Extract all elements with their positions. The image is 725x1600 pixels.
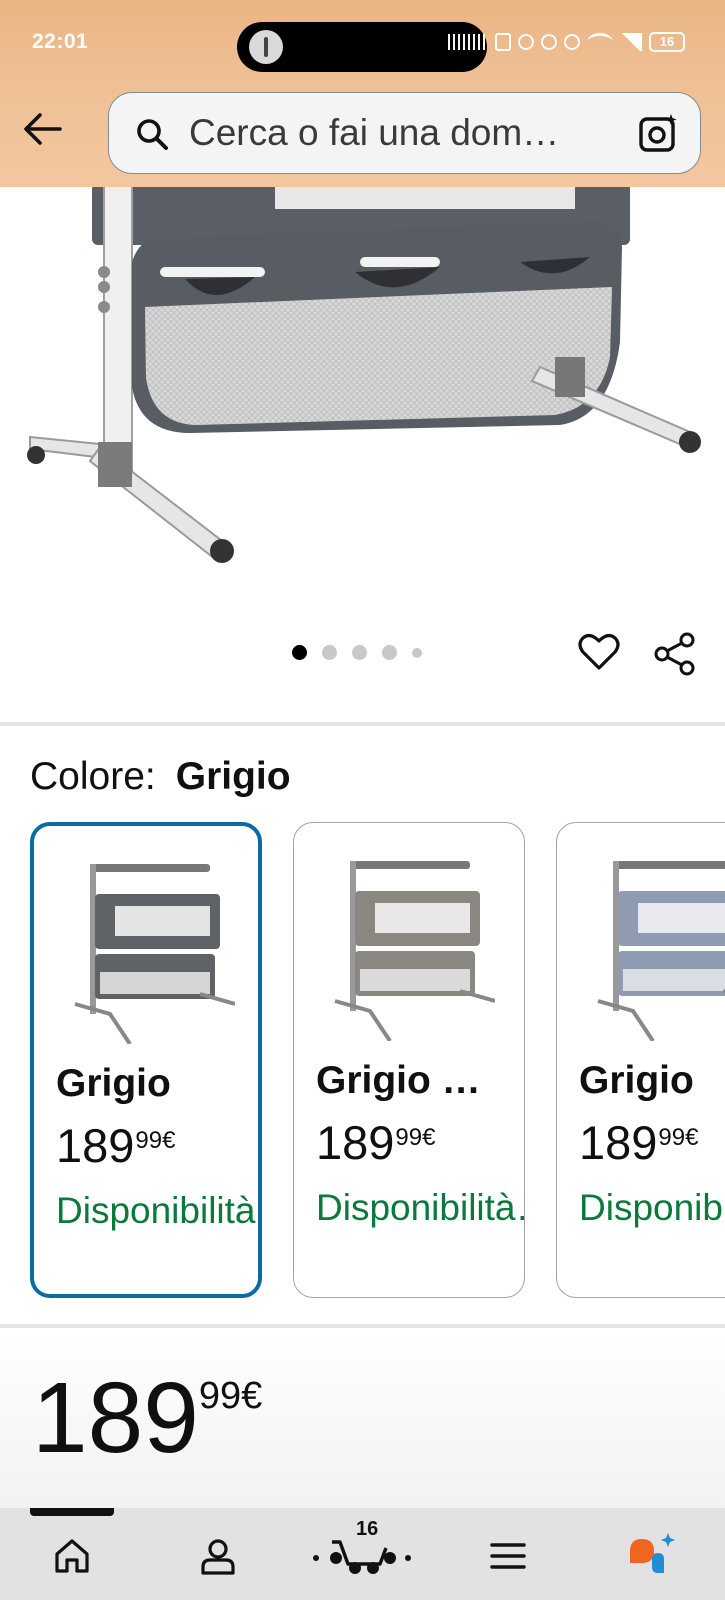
price-whole: 189 [316,1116,395,1169]
cart-count-badge: 16 [356,1518,379,1540]
pager-dot[interactable] [382,645,397,660]
color-option-card[interactable]: Grigio … 18999€ Disponibilità… [293,822,525,1298]
share-icon[interactable] [654,632,696,676]
price-currency: € [162,1127,176,1154]
bottom-navigation: 16 [0,1508,725,1600]
active-tab-indicator [30,1508,114,1516]
price-fraction: 99 [395,1124,423,1151]
heart-icon[interactable] [578,632,620,672]
signal-icon [620,33,642,51]
wifi-icon [587,33,613,51]
status-time: 22:01 [32,30,89,53]
camera-lens-icon[interactable] [638,113,678,153]
color-option-card[interactable]: Grigio 18999€ Disponibilità… [30,822,262,1298]
alarm-icon [518,34,534,50]
color-option-availability: Disponibilità… [56,1190,258,1231]
rufus-icon [630,1533,675,1573]
app-header: 22:01 16 Cerca o fai una dom… [0,0,725,187]
account-icon [201,1539,235,1575]
bedside-crib-image [27,182,701,563]
battery-icon: 16 [649,32,685,52]
price-fraction: 99 [658,1124,686,1151]
color-option-price: 18999€ [316,1115,435,1170]
pager-dot[interactable] [412,647,422,658]
arrow-left-icon [24,113,62,145]
mute-icon [564,34,580,50]
color-option-price: 18999€ [56,1118,175,1173]
price-whole: 189 [56,1119,135,1172]
search-bar[interactable]: Cerca o fai una dom… [108,92,701,174]
nav-account[interactable] [196,1534,240,1578]
home-icon [55,1539,89,1573]
color-option-name: Grigio [56,1062,171,1105]
divider [0,1324,725,1328]
color-option-availability: Disponibilità… [316,1187,524,1228]
divider [0,722,725,726]
product-price: 18999€ [32,1368,262,1490]
price-fraction: 99 [135,1127,163,1154]
pager-dot[interactable] [292,645,307,660]
color-option-thumbnail [597,861,725,1041]
search-input[interactable]: Cerca o fai una dom… [189,112,559,154]
price-fraction: 99 [198,1375,242,1417]
bluetooth-icon [541,34,557,50]
image-pager[interactable] [292,645,422,660]
nfc-icon [495,33,511,51]
activity-icon [249,30,283,64]
pager-dot[interactable] [322,645,337,660]
status-bar: 22:01 16 [0,22,725,72]
back-button[interactable] [22,108,64,150]
color-option-thumbnail [74,864,235,1044]
nav-rufus[interactable] [624,1533,680,1578]
price-currency: € [241,1375,263,1417]
color-option-card[interactable]: Grigio 18999€ Disponibilità… [556,822,725,1298]
selected-color-value: Grigio [175,755,291,798]
price-whole: 189 [579,1116,658,1169]
pager-dot[interactable] [352,645,367,660]
color-option-name: Grigio [579,1059,694,1102]
menu-icon [490,1543,526,1569]
price-currency: € [685,1124,699,1151]
price-currency: € [422,1124,436,1151]
product-page: 22:01 16 Cerca o fai una dom… Colore: Gr… [0,0,725,1600]
status-icons: 16 [448,31,685,53]
color-option-name: Grigio … [316,1059,481,1102]
color-option-availability: Disponibilità… [579,1187,725,1228]
search-icon [137,119,168,150]
price-whole: 189 [32,1362,199,1474]
voice-activity-icon [448,34,488,50]
color-label-text: Colore: [30,755,156,798]
color-option-price: 18999€ [579,1115,698,1170]
color-option-thumbnail [334,861,495,1041]
color-label: Colore: Grigio [30,755,291,799]
nav-menu[interactable] [486,1534,530,1578]
nav-home[interactable] [50,1534,94,1578]
